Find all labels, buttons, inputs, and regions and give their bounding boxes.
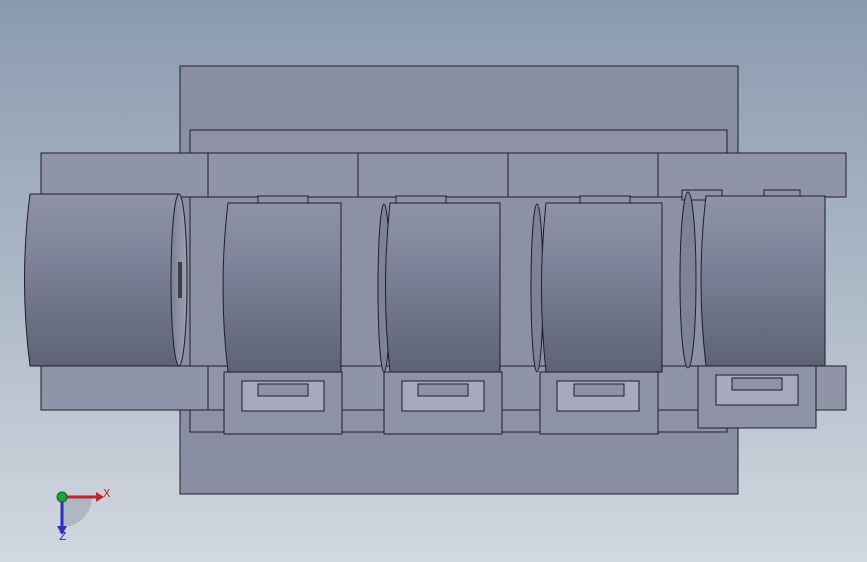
triad-origin-ball	[56, 491, 68, 503]
cad-model-view[interactable]	[0, 0, 867, 562]
clamp-module-3	[530, 195, 663, 435]
graphics-viewport[interactable]: X Z	[0, 0, 867, 562]
top-rail	[40, 152, 847, 198]
end-cylinder	[24, 193, 188, 367]
x-axis-label: X	[103, 487, 111, 500]
view-triad[interactable]	[56, 491, 104, 535]
clamp-module-2	[377, 195, 503, 435]
clamp-module-1	[222, 195, 343, 435]
z-axis-label: Z	[59, 530, 67, 543]
